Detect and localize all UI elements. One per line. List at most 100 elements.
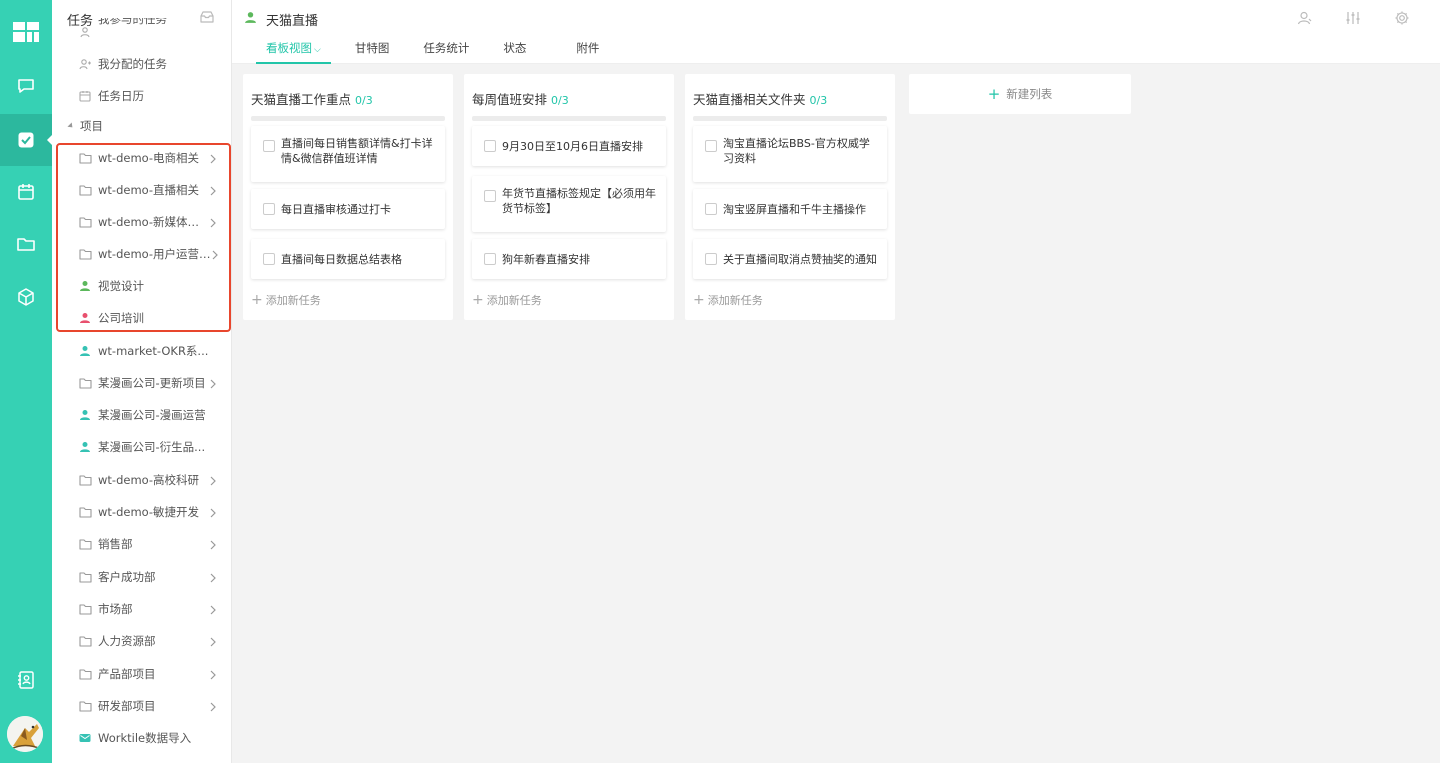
sidebar-project-item[interactable]: wt-demo-高校科研 xyxy=(52,464,231,496)
sidebar-project-item[interactable]: Worktile数据导入 xyxy=(52,722,231,754)
cube-icon[interactable] xyxy=(0,271,52,323)
avatar[interactable] xyxy=(7,716,43,752)
project-label: 市场部 xyxy=(98,602,133,616)
mail-icon xyxy=(78,731,92,745)
task-card[interactable]: 直播间每日数据总结表格 xyxy=(251,239,445,279)
sidebar-project-item[interactable]: 产品部项目 xyxy=(52,658,231,690)
chevron-right-icon[interactable] xyxy=(210,153,216,167)
tab-stats[interactable]: 任务统计 xyxy=(413,36,479,64)
sidebar-project-item[interactable]: 人力资源部 xyxy=(52,625,231,657)
chevron-right-icon[interactable] xyxy=(210,185,216,199)
column-title-text: 每周值班安排 xyxy=(472,92,548,107)
sidebar-project-item[interactable]: 某漫画公司-衍生品... xyxy=(52,431,231,463)
sidebar-item-participated[interactable]: 我参与的任务 xyxy=(52,18,231,46)
sidebar-project-item[interactable]: wt-demo-新媒体相关 xyxy=(52,206,231,238)
chevron-right-icon[interactable] xyxy=(210,669,216,683)
plus-icon: + xyxy=(251,292,263,308)
sidebar-item-assigned[interactable]: 我分配的任务 xyxy=(52,48,231,80)
task-check-icon[interactable] xyxy=(0,114,53,166)
sidebar-project-item[interactable]: 某漫画公司-漫画运营 xyxy=(52,399,231,431)
project-label: 客户成功部 xyxy=(98,570,156,584)
task-card[interactable]: 关于直播间取消点赞抽奖的通知 xyxy=(693,239,887,279)
folder-icon xyxy=(78,634,92,648)
chevron-right-icon[interactable] xyxy=(210,604,216,618)
folder-icon xyxy=(78,215,92,229)
task-checkbox[interactable] xyxy=(263,253,275,265)
sidebar-project-item[interactable]: 客户成功部 xyxy=(52,561,231,593)
task-card[interactable]: 直播间每日销售额详情&打卡详情&微信群值班详情 xyxy=(251,126,445,182)
sidebar-project-item[interactable]: wt-market-OKR系... xyxy=(52,335,231,367)
task-card[interactable]: 淘宝竖屏直播和千牛主播操作 xyxy=(693,189,887,229)
project-header: 天猫直播 看板视图 ⌵ 甘特图 任务统计 状态 附件 xyxy=(232,0,1440,64)
assign-icon xyxy=(78,57,92,71)
new-list-button[interactable]: + 新建列表 xyxy=(909,74,1131,114)
chevron-right-icon[interactable] xyxy=(210,572,216,586)
gear-icon[interactable] xyxy=(1394,10,1410,29)
task-checkbox[interactable] xyxy=(705,203,717,215)
task-card[interactable]: 淘宝直播论坛BBS-官方权威学习资料 xyxy=(693,126,887,182)
task-title: 关于直播间取消点赞抽奖的通知 xyxy=(723,253,877,266)
tab-attachments[interactable]: 附件 xyxy=(566,36,609,64)
project-label: 视觉设计 xyxy=(98,279,144,293)
tab-gantt[interactable]: 甘特图 xyxy=(345,36,400,64)
app-grid-icon[interactable] xyxy=(0,6,52,58)
sidebar-project-item[interactable]: 公司培训 xyxy=(52,302,231,334)
new-list-label: 新建列表 xyxy=(1006,87,1053,101)
chevron-right-icon[interactable] xyxy=(210,636,216,650)
project-label: wt-demo-敏捷开发 xyxy=(98,505,200,519)
add-task-button[interactable]: + 添加新任务 xyxy=(251,292,321,308)
members-icon[interactable] xyxy=(1297,10,1313,29)
plus-icon: + xyxy=(472,292,484,308)
sidebar-project-item[interactable]: wt-demo-直播相关 xyxy=(52,174,231,206)
sidebar-item-task-calendar[interactable]: 任务日历 xyxy=(52,80,231,112)
tab-label: 附件 xyxy=(576,41,600,55)
calendar-icon[interactable] xyxy=(0,166,52,218)
task-checkbox[interactable] xyxy=(705,253,717,265)
sidebar-project-item[interactable]: wt-demo-敏捷开发 xyxy=(52,496,231,528)
page-title: 天猫直播 xyxy=(266,14,319,29)
sidebar-project-item[interactable]: 市场部 xyxy=(52,593,231,625)
projects-section-toggle[interactable]: 项目 xyxy=(67,118,103,134)
task-checkbox[interactable] xyxy=(263,203,275,215)
add-task-button[interactable]: + 添加新任务 xyxy=(472,292,542,308)
task-title: 淘宝直播论坛BBS-官方权威学习资料 xyxy=(723,137,870,165)
task-checkbox[interactable] xyxy=(263,140,275,152)
board-column: 天猫直播相关文件夹 0/3 淘宝直播论坛BBS-官方权威学习资料 淘宝竖屏直播和千… xyxy=(685,74,895,320)
task-card[interactable]: 每日直播审核通过打卡 xyxy=(251,189,445,229)
sidebar-project-item[interactable]: 某漫画公司-更新项目 xyxy=(52,367,231,399)
calendar-icon xyxy=(78,89,92,103)
add-task-label: 添加新任务 xyxy=(265,294,321,307)
folder-icon[interactable] xyxy=(0,218,52,270)
chevron-right-icon[interactable] xyxy=(212,249,218,263)
collapse-triangle-icon xyxy=(67,122,75,130)
folder-icon xyxy=(78,505,92,519)
task-checkbox[interactable] xyxy=(484,190,496,202)
task-title: 年货节直播标签规定【必须用年货节标签】 xyxy=(502,187,656,215)
chevron-right-icon[interactable] xyxy=(210,475,216,489)
tab-status[interactable]: 状态 xyxy=(493,36,536,64)
section-label: 项目 xyxy=(80,119,103,133)
task-card[interactable]: 狗年新春直播安排 xyxy=(472,239,666,279)
task-card[interactable]: 年货节直播标签规定【必须用年货节标签】 xyxy=(472,176,666,232)
sidebar-project-item[interactable]: wt-demo-用户运营相关 xyxy=(52,238,231,270)
sidebar-item-label: 我分配的任务 xyxy=(98,57,167,71)
chevron-right-icon[interactable] xyxy=(210,539,216,553)
chevron-right-icon[interactable] xyxy=(210,507,216,521)
sidebar-project-item[interactable]: 销售部 xyxy=(52,528,231,560)
sidebar-project-item[interactable]: 研发部项目 xyxy=(52,690,231,722)
filter-sliders-icon[interactable] xyxy=(1345,10,1361,29)
contacts-icon[interactable] xyxy=(0,654,52,706)
task-checkbox[interactable] xyxy=(484,253,496,265)
task-checkbox[interactable] xyxy=(484,140,496,152)
chevron-right-icon[interactable] xyxy=(210,701,216,715)
task-checkbox[interactable] xyxy=(705,140,717,152)
task-card[interactable]: 9月30日至10月6日直播安排 xyxy=(472,126,666,166)
add-task-button[interactable]: + 添加新任务 xyxy=(693,292,763,308)
chevron-right-icon[interactable] xyxy=(210,217,216,231)
chat-icon[interactable] xyxy=(0,60,52,112)
sidebar-project-item[interactable]: 视觉设计 xyxy=(52,270,231,302)
chevron-right-icon[interactable] xyxy=(210,378,216,392)
sidebar-project-item[interactable]: wt-demo-电商相关 xyxy=(52,142,231,174)
tab-kanban[interactable]: 看板视图 ⌵ xyxy=(256,36,331,64)
task-title: 狗年新春直播安排 xyxy=(502,253,590,266)
